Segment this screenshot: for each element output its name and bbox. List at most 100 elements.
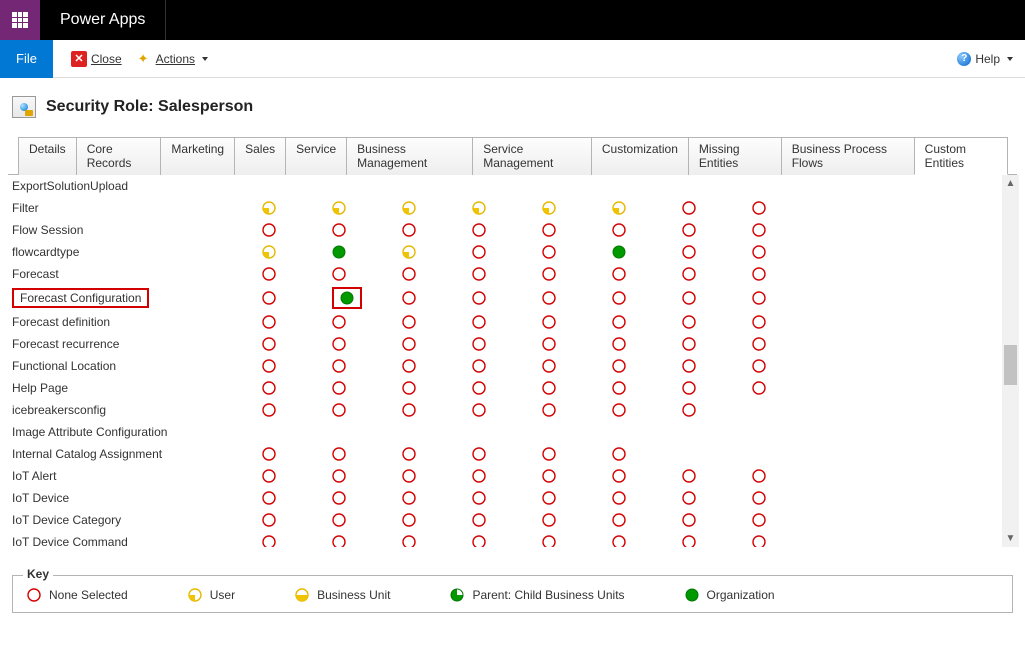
permission-cell[interactable] [258,355,328,377]
permission-cell[interactable] [538,263,608,285]
permission-cell[interactable] [398,241,468,263]
permission-cell[interactable] [678,355,748,377]
permission-cell[interactable] [328,175,398,197]
permission-cell[interactable] [538,241,608,263]
permission-cell[interactable] [398,263,468,285]
permission-cell[interactable] [468,443,538,465]
permission-cell[interactable] [258,509,328,531]
permission-cell[interactable] [398,509,468,531]
permission-cell[interactable] [398,285,468,311]
permission-cell[interactable] [328,465,398,487]
permission-cell[interactable] [328,377,398,399]
permission-cell[interactable] [398,333,468,355]
permission-cell[interactable] [538,377,608,399]
permission-cell[interactable] [748,377,818,399]
permission-cell[interactable] [748,465,818,487]
permission-cell[interactable] [678,399,748,421]
permission-cell[interactable] [608,285,678,311]
permission-cell[interactable] [608,421,678,443]
vertical-scrollbar[interactable]: ▲ ▼ [1002,175,1019,547]
permission-cell[interactable] [538,421,608,443]
permission-cell[interactable] [468,241,538,263]
permission-cell[interactable] [328,421,398,443]
permission-cell[interactable] [608,509,678,531]
permission-cell[interactable] [398,443,468,465]
permission-cell[interactable] [748,443,818,465]
permission-cell[interactable] [608,241,678,263]
permission-cell[interactable] [678,311,748,333]
permission-cell[interactable] [538,399,608,421]
scrollbar-up[interactable]: ▲ [1002,175,1019,192]
permission-cell[interactable] [608,377,678,399]
permission-cell[interactable] [748,311,818,333]
permission-cell[interactable] [398,175,468,197]
permission-cell[interactable] [398,487,468,509]
permission-cell[interactable] [538,219,608,241]
permission-cell[interactable] [328,509,398,531]
permission-cell[interactable] [398,377,468,399]
permission-cell[interactable] [678,421,748,443]
permission-cell[interactable] [328,311,398,333]
permission-cell[interactable] [328,399,398,421]
permission-cell[interactable] [468,509,538,531]
permission-cell[interactable] [468,487,538,509]
permission-cell[interactable] [748,487,818,509]
permission-cell[interactable] [748,197,818,219]
permission-cell[interactable] [258,263,328,285]
permission-cell[interactable] [328,219,398,241]
tab-business-process-flows[interactable]: Business Process Flows [781,137,915,175]
permission-cell[interactable] [748,175,818,197]
permission-cell[interactable] [608,355,678,377]
permission-cell[interactable] [328,355,398,377]
permission-cell[interactable] [608,443,678,465]
permission-cell[interactable] [678,531,748,547]
permission-cell[interactable] [538,487,608,509]
permission-cell[interactable] [678,197,748,219]
permission-cell[interactable] [398,531,468,547]
permission-cell[interactable] [398,311,468,333]
tab-marketing[interactable]: Marketing [160,137,235,175]
permission-cell[interactable] [748,531,818,547]
permission-cell[interactable] [678,509,748,531]
permission-cell[interactable] [468,219,538,241]
permission-cell[interactable] [328,241,398,263]
permission-cell[interactable] [258,311,328,333]
permission-cell[interactable] [748,399,818,421]
permission-cell[interactable] [328,531,398,547]
permission-cell[interactable] [748,509,818,531]
permission-cell[interactable] [258,531,328,547]
permission-cell[interactable] [678,377,748,399]
permission-cell[interactable] [538,443,608,465]
permission-cell[interactable] [258,465,328,487]
permission-cell[interactable] [538,531,608,547]
permission-cell[interactable] [538,175,608,197]
permission-cell[interactable] [328,443,398,465]
permission-cell[interactable] [608,263,678,285]
permission-cell[interactable] [398,465,468,487]
permission-cell[interactable] [608,219,678,241]
permission-cell[interactable] [398,219,468,241]
permission-cell[interactable] [468,333,538,355]
scrollbar-thumb[interactable] [1004,345,1017,385]
permission-cell[interactable] [468,421,538,443]
permission-cell[interactable] [678,219,748,241]
permission-cell[interactable] [678,465,748,487]
permission-cell[interactable] [468,465,538,487]
permission-cell[interactable] [258,377,328,399]
tab-service[interactable]: Service [285,137,347,175]
actions-menu[interactable]: ✦ Actions [130,40,216,78]
permission-cell[interactable] [748,219,818,241]
permission-cell[interactable] [538,465,608,487]
file-button[interactable]: File [0,40,53,78]
permission-cell[interactable] [678,285,748,311]
permission-cell[interactable] [748,421,818,443]
permission-cell[interactable] [678,333,748,355]
permission-cell[interactable] [468,531,538,547]
permission-cell[interactable] [678,175,748,197]
permission-cell[interactable] [398,421,468,443]
permission-cell[interactable] [258,443,328,465]
permission-cell[interactable] [538,509,608,531]
help-link[interactable]: ? Help [957,52,1025,66]
tab-business-management[interactable]: Business Management [346,137,473,175]
permission-cell[interactable] [328,285,398,311]
